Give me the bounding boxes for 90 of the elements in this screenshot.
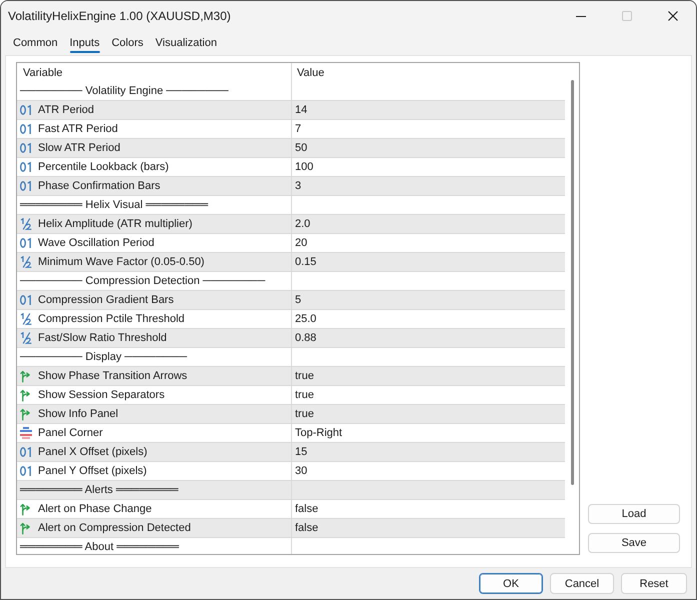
integer-icon (20, 162, 32, 172)
fraction-icon (20, 332, 32, 344)
list-icon (20, 427, 32, 439)
fraction-icon (20, 313, 32, 325)
variable-name: Alert on Phase Change (38, 503, 152, 515)
table-row[interactable]: Show Phase Transition Arrows true (17, 367, 565, 386)
split-arrow-icon (20, 502, 32, 516)
table-row[interactable]: ════════ About ════════ (17, 538, 565, 554)
table-row[interactable]: Slow ATR Period 50 (17, 139, 565, 158)
variable-name: Panel Corner (38, 427, 103, 439)
value-cell[interactable]: 15 (295, 446, 308, 458)
table-row[interactable]: Phase Confirmation Bars 3 (17, 177, 565, 196)
table-row[interactable]: ════════ Alerts ════════ (17, 481, 565, 500)
integer-icon (20, 447, 32, 457)
fraction-icon (20, 256, 32, 268)
value-cell[interactable]: true (295, 370, 314, 382)
value-cell[interactable]: 30 (295, 465, 308, 477)
split-arrow-icon (20, 522, 32, 534)
window-title: VolatilityHelixEngine 1.00 (XAUUSD,M30) (7, 9, 232, 23)
integer-icon (20, 143, 32, 153)
fraction-icon (20, 218, 32, 230)
value-cell[interactable]: 5 (295, 294, 302, 306)
table-row[interactable]: Helix Amplitude (ATR multiplier) 2.0 (17, 215, 565, 234)
value-cell[interactable]: 14 (295, 104, 308, 116)
value-cell[interactable]: Top-Right (295, 427, 342, 439)
tab[interactable]: Colors (112, 31, 144, 55)
split-arrow-icon (20, 388, 32, 402)
value-cell[interactable]: false (295, 503, 318, 515)
column-header: Variable (23, 66, 63, 78)
section-header: ════════ Alerts ════════ (20, 484, 178, 496)
cancel-button[interactable]: Cancel (550, 573, 614, 594)
variable-name: Compression Gradient Bars (38, 294, 174, 306)
value-cell[interactable]: 0.88 (295, 332, 316, 344)
table-row[interactable]: Minimum Wave Factor (0.05-0.50) 0.15 (17, 253, 565, 272)
value-cell[interactable]: 50 (295, 142, 308, 154)
integer-icon (20, 181, 32, 191)
integer-icon (20, 238, 32, 248)
column-header: Value (297, 66, 324, 78)
variable-name: Minimum Wave Factor (0.05-0.50) (38, 256, 204, 268)
scrollbar-thumb[interactable] (570, 80, 574, 485)
split-arrow-icon (20, 370, 32, 382)
close-icon[interactable] (668, 11, 678, 21)
value-cell[interactable]: false (295, 522, 318, 534)
section-header: ──────── Volatility Engine ──────── (20, 85, 228, 97)
value-cell[interactable]: 3 (295, 180, 302, 192)
table-row[interactable]: Compression Gradient Bars 5 (17, 291, 565, 310)
tab[interactable]: Visualization (155, 31, 217, 55)
table-row[interactable]: ATR Period 14 (17, 101, 565, 120)
variable-name: Show Phase Transition Arrows (38, 370, 188, 382)
variable-name: Show Info Panel (38, 408, 118, 420)
integer-icon (20, 124, 32, 134)
integer-icon (20, 466, 32, 476)
variable-name: Fast ATR Period (38, 123, 118, 135)
table-row[interactable]: Panel X Offset (pixels) 15 (17, 443, 565, 462)
value-cell[interactable]: 25.0 (295, 313, 316, 325)
value-cell[interactable]: 0.15 (295, 256, 316, 268)
tab[interactable]: Common (13, 31, 58, 55)
value-cell[interactable]: 7 (295, 123, 302, 135)
variable-name: ATR Period (38, 104, 94, 116)
table-row[interactable]: Alert on Compression Detected false (17, 519, 565, 538)
section-header: ════════ About ════════ (20, 541, 179, 553)
variable-name: Percentile Lookback (bars) (38, 161, 169, 173)
split-arrow-icon (20, 408, 32, 420)
variable-name: Helix Amplitude (ATR multiplier) (38, 218, 192, 230)
variable-name: Compression Pctile Threshold (38, 313, 185, 325)
variable-name: Panel X Offset (pixels) (38, 446, 148, 458)
value-cell[interactable]: true (295, 408, 314, 420)
value-cell[interactable]: true (295, 389, 314, 401)
value-cell[interactable]: 20 (295, 237, 308, 249)
section-header: ════════ Helix Visual ════════ (20, 199, 208, 211)
variable-name: Fast/Slow Ratio Threshold (38, 332, 167, 344)
value-cell[interactable]: 2.0 (295, 218, 310, 230)
section-header: ──────── Display ──────── (20, 351, 187, 363)
tab[interactable]: Inputs (70, 31, 100, 55)
variable-name: Slow ATR Period (38, 142, 120, 154)
variable-name: Phase Confirmation Bars (38, 180, 160, 192)
variable-name: Wave Oscillation Period (38, 237, 154, 249)
variable-name: Panel Y Offset (pixels) (38, 465, 147, 477)
variable-name: Alert on Compression Detected (38, 522, 191, 534)
table-row[interactable]: Fast/Slow Ratio Threshold 0.88 (17, 329, 565, 348)
table-row[interactable]: Show Info Panel true (17, 405, 565, 424)
value-cell[interactable]: 100 (295, 161, 314, 173)
load-button[interactable]: Load (588, 504, 680, 524)
save-button[interactable]: Save (588, 533, 680, 553)
ok-button[interactable]: OK (479, 573, 543, 594)
integer-icon (20, 105, 32, 115)
section-header: ──────── Compression Detection ──────── (20, 275, 266, 287)
reset-button[interactable]: Reset (621, 573, 687, 594)
variable-name: Show Session Separators (38, 389, 165, 401)
integer-icon (20, 295, 32, 305)
